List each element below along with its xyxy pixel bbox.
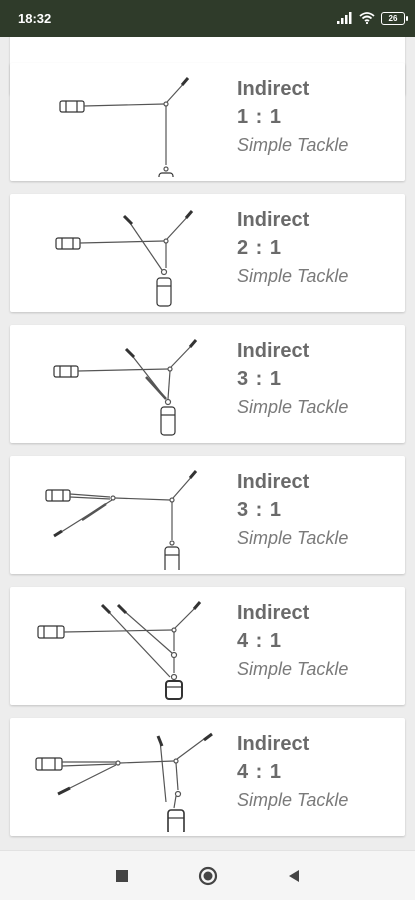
tackle-diagram-icon <box>37 601 202 700</box>
tackle-card[interactable]: Indirect 4 : 1 Simple Tackle <box>10 587 405 705</box>
vehicle-left-icon <box>59 100 85 113</box>
card-subtitle: Simple Tackle <box>237 266 349 286</box>
card-subtitle: Simple Tackle <box>237 659 349 679</box>
card-ratio: 3 : 1 <box>237 368 283 390</box>
tackle-diagram-icon <box>45 470 198 570</box>
tackle-list[interactable]: Indirect 1 : 1 Simple Tackle Indirect 2 … <box>0 37 415 850</box>
card-subtitle: Simple Tackle <box>237 135 349 155</box>
wifi-icon <box>359 12 375 24</box>
vehicle-bottom-icon <box>158 172 174 177</box>
home-button[interactable] <box>196 864 220 888</box>
signal-icon <box>337 12 352 24</box>
tackle-diagram-icon <box>55 210 194 307</box>
tackle-card[interactable]: Indirect 1 : 1 Simple Tackle <box>10 63 405 181</box>
card-text: Indirect 2 : 1 Simple Tackle <box>237 206 348 290</box>
card-text: Indirect 3 : 1 Simple Tackle <box>237 337 348 421</box>
card-ratio: 4 : 1 <box>237 630 283 652</box>
battery-level: 26 <box>388 13 398 23</box>
card-text: Indirect 3 : 1 Simple Tackle <box>237 468 348 552</box>
card-type: Indirect <box>237 78 310 100</box>
tackle-card[interactable]: Indirect 4 : 1 Simple Tackle <box>10 718 405 836</box>
card-ratio: 3 : 1 <box>237 499 283 521</box>
tackle-card[interactable]: Indirect 3 : 1 Simple Tackle <box>10 325 405 443</box>
card-ratio: 1 : 1 <box>237 106 283 128</box>
card-text: Indirect 4 : 1 Simple Tackle <box>237 730 348 814</box>
card-type: Indirect <box>237 733 310 755</box>
card-subtitle: Simple Tackle <box>237 528 349 548</box>
card-type: Indirect <box>237 340 310 362</box>
card-subtitle: Simple Tackle <box>237 397 349 417</box>
recents-square-icon <box>116 870 128 882</box>
card-text: Indirect 1 : 1 Simple Tackle <box>237 75 348 159</box>
card-ratio: 2 : 1 <box>237 237 283 259</box>
tackle-diagram-icon <box>59 77 190 177</box>
card-subtitle: Simple Tackle <box>237 790 349 810</box>
card-type: Indirect <box>237 602 310 624</box>
recents-button[interactable] <box>110 864 134 888</box>
tackle-card[interactable]: Indirect 2 : 1 Simple Tackle <box>10 194 405 312</box>
tackle-diagram-icon <box>35 732 213 832</box>
status-bar: 18:32 26 <box>0 0 415 37</box>
card-type: Indirect <box>237 209 310 231</box>
back-button[interactable] <box>282 864 306 888</box>
tackle-card[interactable]: Indirect 3 : 1 Simple Tackle <box>10 456 405 574</box>
battery-icon: 26 <box>381 11 408 25</box>
tackle-diagram-icon <box>53 339 198 436</box>
back-triangle-icon <box>289 870 299 882</box>
card-type: Indirect <box>237 471 310 493</box>
status-time: 18:32 <box>18 11 52 26</box>
home-circle-icon <box>198 866 218 886</box>
navigation-bar <box>0 850 415 900</box>
status-icons: 26 <box>337 9 408 27</box>
card-text: Indirect 4 : 1 Simple Tackle <box>237 599 348 683</box>
card-ratio: 4 : 1 <box>237 761 283 783</box>
